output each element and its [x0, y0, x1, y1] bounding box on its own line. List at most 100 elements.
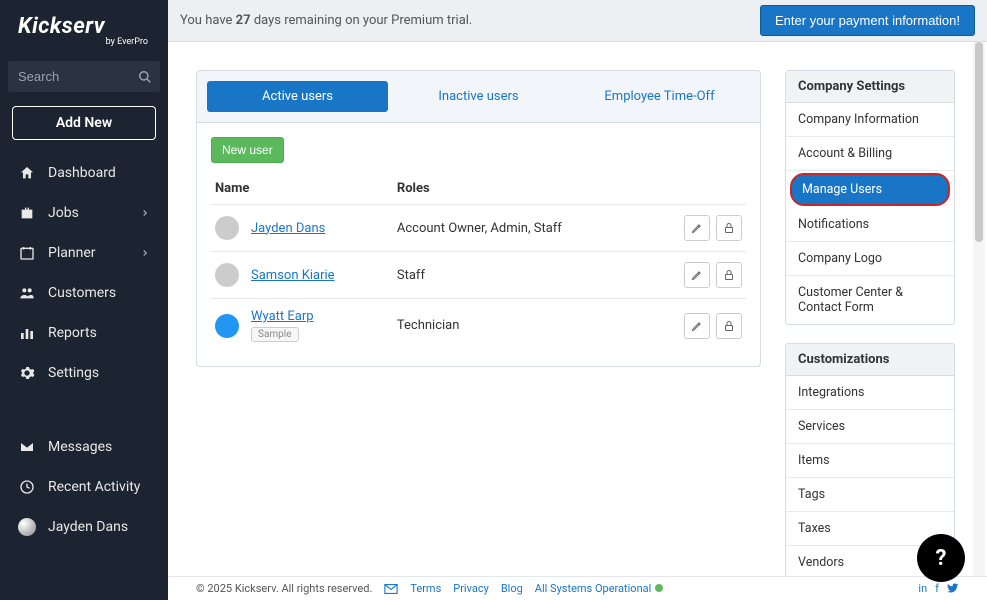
footer: © 2025 Kickserv. All rights reserved. Te… — [168, 576, 987, 600]
user-name-link[interactable]: Samson Kiarie — [251, 268, 335, 283]
new-user-button[interactable]: New user — [211, 137, 284, 163]
table-row: Jayden Dans Account Owner, Admin, Staff — [211, 205, 746, 252]
users-table: Name Roles Jayden Dans Account Owner, Adm… — [211, 175, 746, 352]
calendar-icon — [18, 244, 36, 262]
status-dot-icon — [655, 584, 663, 592]
nav-label: Settings — [48, 365, 99, 381]
nav-messages[interactable]: Messages — [8, 428, 160, 466]
main-content: Active users Inactive users Employee Tim… — [168, 42, 971, 576]
help-fab-button[interactable]: ? — [917, 534, 965, 582]
footer-copyright: © 2025 Kickserv. All rights reserved. — [196, 582, 372, 595]
lock-button[interactable] — [716, 262, 742, 288]
panel-header: Customizations — [786, 344, 954, 376]
table-row: Wyatt Earp Sample Technician — [211, 299, 746, 353]
scrollbar[interactable] — [973, 42, 985, 576]
edit-button[interactable] — [684, 215, 710, 241]
settings-item-account-billing[interactable]: Account & Billing — [786, 137, 954, 171]
bar-chart-icon — [18, 324, 36, 342]
settings-item-manage-users[interactable]: Manage Users — [790, 173, 950, 206]
nav-customers[interactable]: Customers — [8, 274, 160, 312]
nav-label: Recent Activity — [48, 479, 140, 495]
avatar-icon — [18, 518, 36, 536]
col-name: Name — [211, 175, 393, 205]
current-user-name: Jayden Dans — [48, 519, 128, 535]
tab-active-users[interactable]: Active users — [207, 81, 388, 112]
avatar-icon — [215, 216, 239, 240]
nav-recent-activity[interactable]: Recent Activity — [8, 468, 160, 506]
tab-employee-timeoff[interactable]: Employee Time-Off — [569, 81, 750, 112]
table-row: Samson Kiarie Staff — [211, 252, 746, 299]
linkedin-icon[interactable]: in — [918, 582, 927, 595]
add-new-button[interactable]: Add New — [12, 106, 156, 140]
custom-item-tags[interactable]: Tags — [786, 478, 954, 512]
users-panel: Active users Inactive users Employee Tim… — [196, 70, 761, 576]
nav-secondary: Messages Recent Activity Jayden Dans — [8, 428, 160, 546]
sample-badge: Sample — [251, 327, 299, 342]
panel-header: Company Settings — [786, 71, 954, 103]
nav-reports[interactable]: Reports — [8, 314, 160, 352]
avatar-icon — [215, 263, 239, 287]
nav-label: Reports — [48, 325, 97, 341]
topbar: You have 27 days remaining on your Premi… — [168, 0, 987, 42]
chevron-right-icon — [140, 208, 150, 218]
trial-days: 27 — [236, 13, 251, 28]
footer-blog-link[interactable]: Blog — [501, 582, 523, 595]
user-name-link[interactable]: Wyatt Earp — [251, 309, 314, 324]
settings-item-company-logo[interactable]: Company Logo — [786, 242, 954, 276]
footer-privacy-link[interactable]: Privacy — [453, 582, 489, 595]
trial-text: You have 27 days remaining on your Premi… — [180, 13, 472, 28]
nav-dashboard[interactable]: Dashboard — [8, 154, 160, 192]
nav-current-user[interactable]: Jayden Dans — [8, 508, 160, 546]
footer-social: in f — [918, 582, 959, 595]
nav-label: Dashboard — [48, 165, 116, 181]
users-panel-body: New user Name Roles Jayden Dans Account O… — [196, 123, 761, 367]
user-roles: Technician — [393, 299, 666, 353]
scrollbar-thumb[interactable] — [975, 42, 983, 242]
nav-label: Jobs — [48, 205, 79, 221]
lock-button[interactable] — [716, 215, 742, 241]
side-panels: Company Settings Company InformationAcco… — [785, 70, 955, 576]
users-tabbar: Active users Inactive users Employee Tim… — [196, 70, 761, 123]
nav-label: Planner — [48, 245, 95, 261]
twitter-icon[interactable] — [947, 582, 959, 595]
avatar-icon — [215, 314, 239, 338]
settings-item-company-information[interactable]: Company Information — [786, 103, 954, 137]
home-icon — [18, 164, 36, 182]
custom-item-services[interactable]: Services — [786, 410, 954, 444]
people-icon — [18, 284, 36, 302]
nav-jobs[interactable]: Jobs — [8, 194, 160, 232]
nav-label: Messages — [48, 439, 112, 455]
clock-icon — [18, 478, 36, 496]
briefcase-icon — [18, 204, 36, 222]
nav-planner[interactable]: Planner — [8, 234, 160, 272]
settings-item-notifications[interactable]: Notifications — [786, 208, 954, 242]
custom-item-items[interactable]: Items — [786, 444, 954, 478]
search-box — [8, 61, 160, 92]
user-roles: Account Owner, Admin, Staff — [393, 205, 666, 252]
search-icon — [138, 70, 152, 84]
user-roles: Staff — [393, 252, 666, 299]
mail-icon — [384, 584, 398, 594]
nav-primary: Dashboard Jobs Planner Customers Reports… — [8, 154, 160, 392]
brand-logo[interactable]: Kickserv by EverPro — [8, 10, 160, 53]
user-name-link[interactable]: Jayden Dans — [251, 221, 325, 236]
edit-button[interactable] — [684, 262, 710, 288]
custom-item-integrations[interactable]: Integrations — [786, 376, 954, 410]
company-settings-panel: Company Settings Company InformationAcco… — [785, 70, 955, 325]
mail-icon — [18, 438, 36, 456]
gear-icon — [18, 364, 36, 382]
nav-label: Customers — [48, 285, 116, 301]
chevron-right-icon — [140, 248, 150, 258]
footer-terms-link[interactable]: Terms — [410, 582, 441, 595]
edit-button[interactable] — [684, 313, 710, 339]
nav-settings[interactable]: Settings — [8, 354, 160, 392]
settings-item-customer-center-contact-form[interactable]: Customer Center & Contact Form — [786, 276, 954, 324]
lock-button[interactable] — [716, 313, 742, 339]
payment-cta-button[interactable]: Enter your payment information! — [760, 5, 975, 36]
facebook-icon[interactable]: f — [935, 582, 939, 595]
col-roles: Roles — [393, 175, 666, 205]
footer-status-link[interactable]: All Systems Operational — [535, 582, 664, 595]
sidebar: Kickserv by EverPro Add New Dashboard Jo… — [0, 0, 168, 600]
brand-name: Kickserv — [18, 14, 150, 39]
tab-inactive-users[interactable]: Inactive users — [388, 81, 569, 112]
